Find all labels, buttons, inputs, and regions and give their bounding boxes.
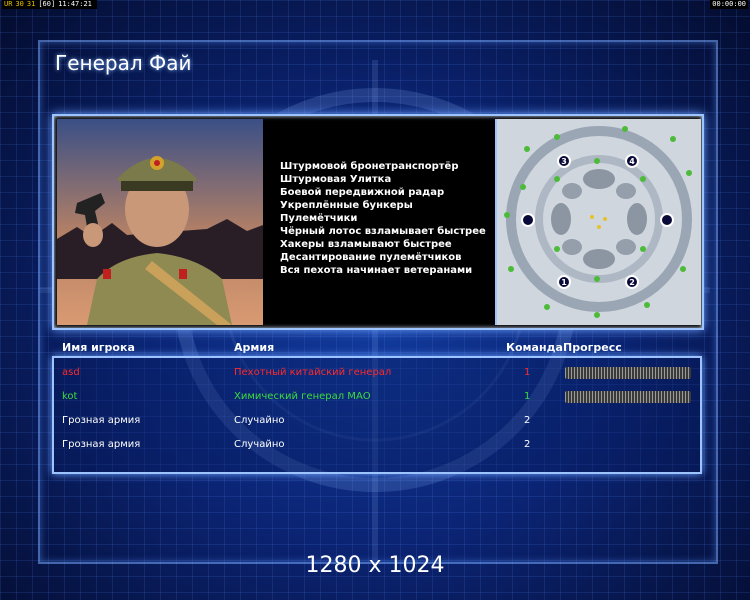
player-row: kot Химический генерал МАО 1 [54,386,700,410]
feature-item: Десантирование пулемётчиков [280,252,462,263]
player-name: Грозная армия [62,415,141,426]
header-progress: Прогресс [563,341,622,354]
general-title: Генерал Фай [55,51,192,75]
player-name: Грозная армия [62,439,141,450]
player-row: Грозная армия Случайно 2 [54,410,700,434]
header-team: Команда [506,341,563,354]
player-army: Пехотный китайский генерал [234,367,392,378]
hud-item: [60] [38,0,56,8]
feature-item: Вся пехота начинает ветеранами [280,265,473,276]
start-label-2: 2 [629,278,635,287]
start-label-3: 3 [561,157,567,166]
player-team: 1 [524,367,531,378]
player-name: asd [62,367,80,378]
general-info-panel: Штурмовой бронетранспортёр Штурмовая Ули… [52,114,704,330]
player-name: kot [62,391,78,402]
header-player-name: Имя игрока [62,341,135,354]
player-team: 2 [524,415,531,426]
player-army: Случайно [234,439,285,450]
player-row: Грозная армия Случайно 2 [54,434,700,458]
map-preview: 3 4 1 2 [495,119,701,325]
hud-stats: UR 30 31 [60] 11:47:21 [2,0,97,9]
start-label-1: 1 [561,278,567,287]
progress-bar [565,391,691,403]
hud-item: UR [4,0,13,8]
player-team: 2 [524,439,531,450]
player-team: 1 [524,391,531,402]
hud-item: 31 [26,0,36,8]
player-army: Химический генерал МАО [234,391,371,402]
feature-item: Штурмовой бронетранспортёр [280,161,459,172]
hud-timer: 00:00:00 [710,0,748,9]
feature-item: Штурмовая Улитка [280,174,392,185]
hud-bar: UR 30 31 [60] 11:47:21 00:00:00 [0,0,750,10]
players-table: asd Пехотный китайский генерал 1 kot Хим… [52,356,702,474]
feature-item: Пулемётчики [280,213,358,224]
header-army: Армия [234,341,275,354]
feature-item: Укреплённые бункеры [280,200,413,211]
resolution-label: 1280 x 1024 [305,553,445,578]
general-features-list: Штурмовой бронетранспортёр Штурмовая Ули… [280,160,486,277]
player-row: asd Пехотный китайский генерал 1 [54,362,700,386]
hud-item: 30 [15,0,24,8]
start-label-4: 4 [629,157,635,166]
general-portrait [57,119,263,325]
feature-item: Боевой передвижной радар [280,187,445,198]
feature-item: Хакеры взламывают быстрее [280,239,452,250]
hud-clock: 11:47:21 [58,0,92,8]
progress-bar [565,367,691,379]
player-army: Случайно [234,415,285,426]
feature-item: Чёрный лотос взламывает быстрее [280,226,486,237]
